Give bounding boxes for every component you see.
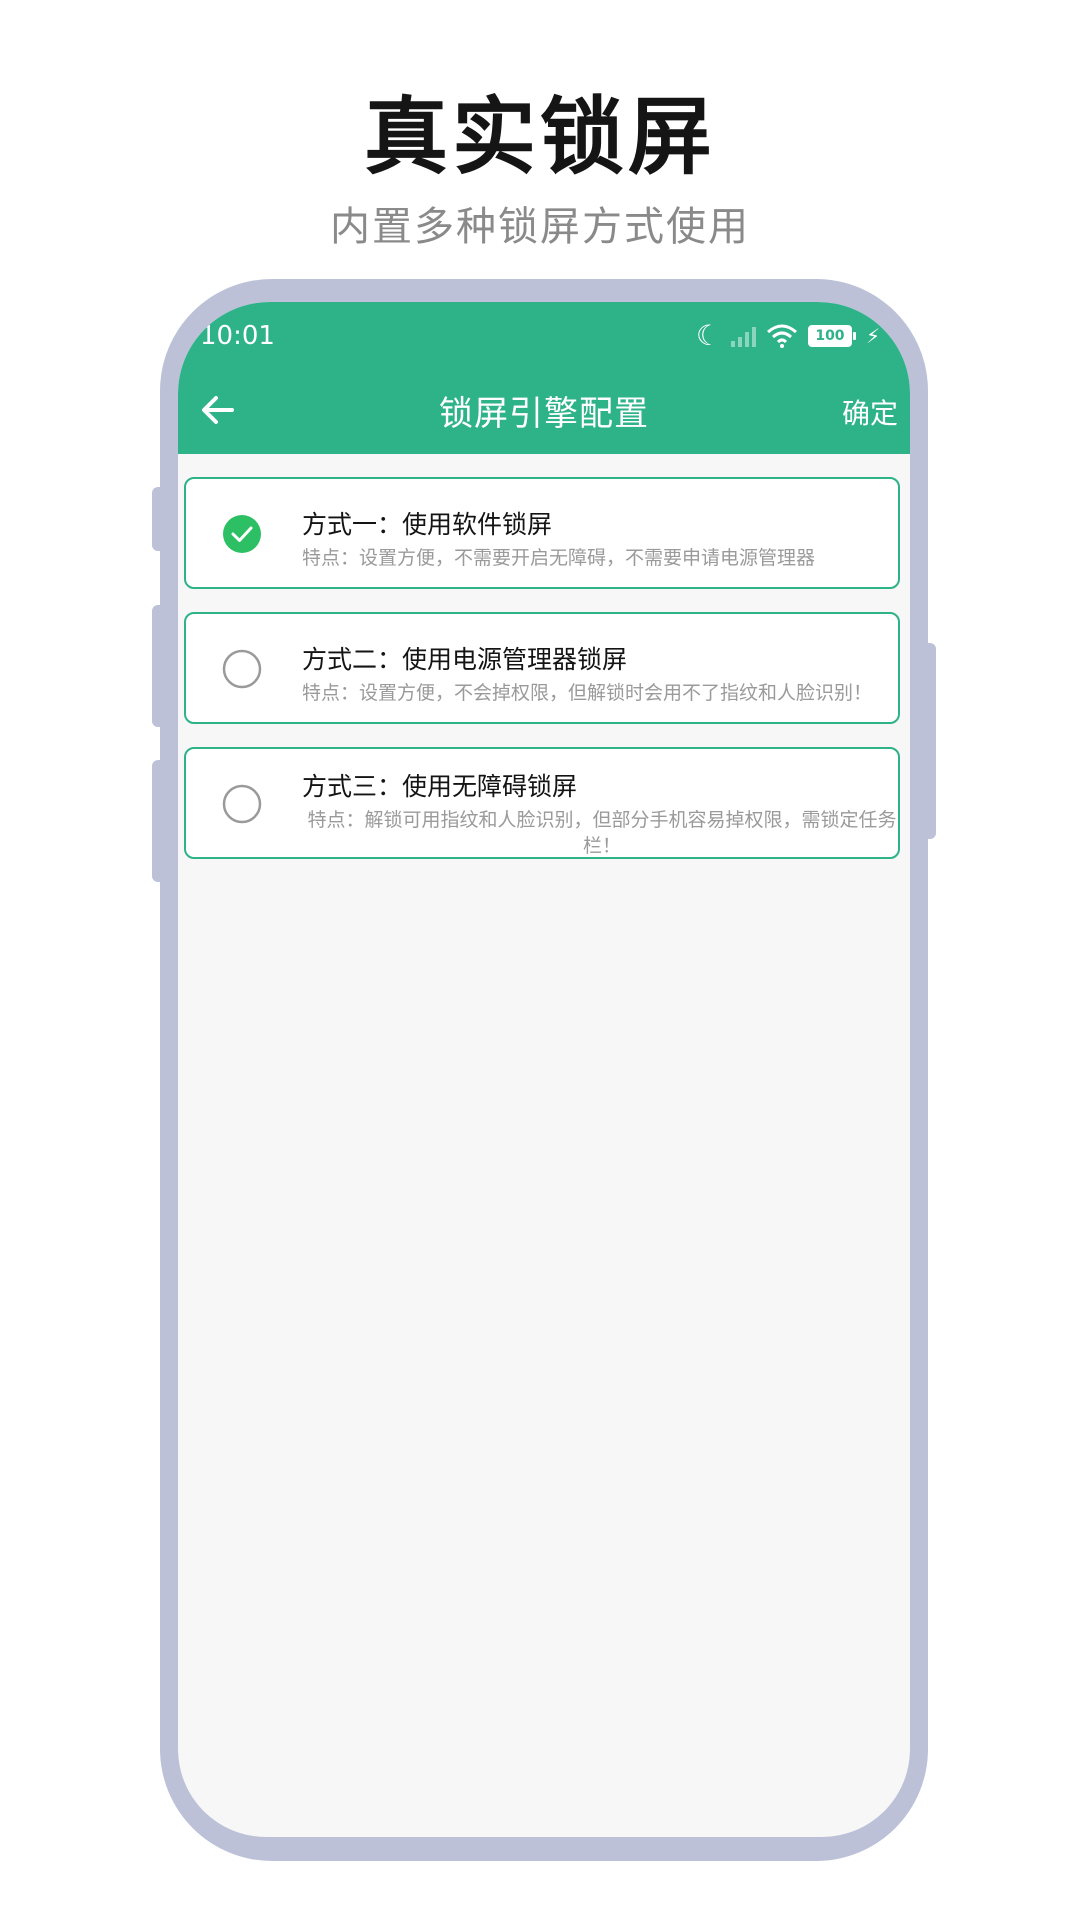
option-description: 特点：设置方便，不会掉权限，但解锁时会用不了指纹和人脸识别！ (302, 682, 873, 704)
moon-icon: ☾ (695, 319, 721, 352)
status-icons: ☾ 100 ⚡ (696, 320, 880, 352)
promo-subtitle: 内置多种锁屏方式使用 (330, 204, 750, 250)
app-bar: 10:01 ☾ 100 ⚡ 锁屏引擎配置 确定 (178, 302, 910, 454)
lock-option-software[interactable]: 方式一：使用软件锁屏 特点：设置方便，不需要开启无障碍，不需要申请电源管理器 (184, 477, 900, 589)
option-description: 特点：设置方便，不需要开启无障碍，不需要申请电源管理器 (302, 547, 816, 569)
promo-title: 真实锁屏 (363, 88, 716, 186)
option-description: 特点：解锁可用指纹和人脸识别，但部分手机容易掉权限，需锁定任务栏！ (307, 809, 897, 857)
page-title: 锁屏引擎配置 (439, 394, 649, 434)
option-title: 方式二：使用电源管理器锁屏 (302, 645, 628, 674)
radio-unchecked-icon[interactable] (222, 784, 262, 824)
phone-screen: 10:01 ☾ 100 ⚡ 锁屏引擎配置 确定 方式一：使用软件锁屏 特点：设置… (178, 302, 910, 1837)
confirm-button[interactable]: 确定 (842, 392, 898, 432)
lock-option-accessibility[interactable]: 方式三：使用无障碍锁屏 特点：解锁可用指纹和人脸识别，但部分手机容易掉权限，需锁… (184, 747, 900, 859)
lock-option-power-manager[interactable]: 方式二：使用电源管理器锁屏 特点：设置方便，不会掉权限，但解锁时会用不了指纹和人… (184, 612, 900, 724)
radio-unchecked-icon[interactable] (222, 649, 262, 689)
charging-icon: ⚡ (865, 324, 880, 348)
option-title: 方式三：使用无障碍锁屏 (302, 772, 578, 801)
battery-icon: 100 (807, 325, 856, 347)
status-time: 10:01 (200, 321, 275, 351)
signal-icon (730, 325, 756, 347)
radio-checked-icon[interactable] (222, 514, 262, 554)
option-title: 方式一：使用软件锁屏 (302, 510, 553, 539)
wifi-icon (766, 324, 797, 348)
